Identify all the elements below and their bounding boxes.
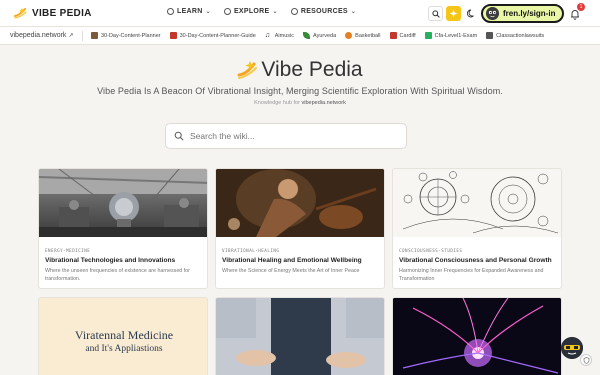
bookmark-item[interactable]: Cfa-Level1-Exam — [424, 32, 478, 39]
card-category: CONSCIOUSNESS-STUDIES — [399, 248, 463, 253]
nav-explore-label: EXPLORE — [233, 8, 270, 15]
shield-icon — [583, 356, 589, 364]
avatar — [486, 7, 499, 20]
dragon-icon — [389, 32, 397, 39]
hub-prefix: Knowledge hub for — [254, 100, 300, 106]
bookmark-item[interactable]: 30-Day-Content-Planner — [91, 32, 161, 39]
chevron-down-icon: ⌄ — [205, 9, 211, 15]
bookmark-label: Classactionlawsuits — [496, 32, 545, 39]
card-title: Vibrational Consciousness and Personal G… — [399, 257, 552, 264]
card-category: VIBRATIONAL-HEALING — [222, 248, 280, 253]
ai-sparkle-button[interactable] — [446, 6, 461, 21]
bookmark-label: Ayurveda — [313, 32, 337, 39]
sign-in-label: fren.ly/sign-in — [503, 9, 556, 18]
bookmark-bar: vibepedia.network ↗ 30-Day-Content-Plann… — [0, 27, 600, 45]
nav-resources[interactable]: RESOURCES ⌄ — [290, 8, 357, 15]
page-title: Vibe Pedia — [0, 58, 600, 82]
sparkle-icon — [237, 61, 258, 79]
bookmark-item[interactable]: Ayurveda — [303, 32, 336, 39]
bookmark-item[interactable]: Cardiff — [389, 32, 416, 39]
theme-toggle-button[interactable] — [464, 6, 479, 21]
music-note-icon: ♫ — [264, 32, 270, 39]
sparkle-icon — [449, 9, 458, 18]
search-button[interactable] — [428, 6, 443, 21]
main-menu: LEARN ⌄ EXPLORE ⌄ RESOURCES ⌄ — [167, 8, 369, 15]
compass-icon — [223, 8, 231, 15]
chevron-down-icon: ⌄ — [350, 9, 357, 15]
external-link-icon: ↗ — [68, 33, 74, 39]
leaf-icon — [303, 32, 311, 39]
sign-in-button[interactable]: fren.ly/sign-in — [481, 4, 564, 23]
assistant-avatar-icon — [561, 337, 583, 359]
bookmark-item[interactable]: Classactionlawsuits — [486, 32, 544, 39]
card-image-title: Viratennal Medicine — [74, 328, 174, 342]
nav-learn[interactable]: LEARN ⌄ — [167, 8, 211, 15]
article-card[interactable]: ENERGY-MEDICINE Vibrational Technologies… — [38, 168, 208, 289]
bookmark-label: Cardiff — [399, 32, 416, 39]
bookmark-label: Basketball — [355, 32, 381, 39]
search-icon — [174, 131, 184, 141]
bookmark-label: 30-Day-Content-Planner-Guide — [179, 32, 256, 39]
card-image — [393, 298, 561, 375]
tagline: Vibe Pedia Is A Beacon Of Vibrational In… — [97, 86, 503, 96]
chevron-down-icon: ⌄ — [272, 9, 278, 15]
chart-icon — [424, 32, 432, 39]
bookmark-list: 30-Day-Content-Planner 30-Day-Content-Pl… — [91, 32, 553, 39]
brand-name: VIBE PEDIA — [32, 7, 92, 19]
compass-icon — [167, 8, 174, 15]
hub-note: Knowledge hub for vibepedia.network — [0, 100, 600, 106]
hub-site[interactable]: vibepedia.network — [302, 100, 346, 106]
page-title-text: Vibe Pedia — [261, 58, 363, 81]
top-navigation-bar: VIBE PEDIA LEARN ⌄ EXPLORE ⌄ RESOURCES ⌄ — [0, 0, 600, 27]
card-title: Vibrational Technologies and Innovations — [45, 257, 176, 264]
card-description: Harmonizing Inner Frequencies for Expand… — [399, 268, 544, 282]
card-image — [39, 169, 207, 237]
card-category: ENERGY-MEDICINE — [45, 248, 91, 253]
bookmark-item[interactable]: 30-Day-Content-Planner-Guide — [169, 32, 256, 39]
brand-logo[interactable]: VIBE PEDIA — [13, 6, 92, 20]
nav-learn-label: LEARN — [177, 8, 203, 15]
sparkle-icon — [14, 8, 27, 19]
site-link-label: vibepedia.network — [10, 32, 67, 39]
card-description: Where the unseen frequencies of existenc… — [45, 268, 190, 282]
bookmark-label: Cfa-Level1-Exam — [434, 32, 478, 39]
card-image-subtitle: and It's Appliastions — [85, 344, 163, 354]
article-card[interactable]: VIBRATIONAL-HEALING Vibrational Healing … — [215, 168, 385, 289]
card-title: Vibrational Healing and Emotional Wellbe… — [222, 257, 362, 264]
basketball-icon — [345, 32, 353, 39]
divider — [82, 31, 83, 41]
search-input[interactable] — [190, 131, 390, 141]
chat-assistant-button[interactable] — [561, 337, 583, 359]
search-icon — [431, 9, 440, 18]
bookmark-item[interactable]: ♫ Aimusic — [265, 32, 294, 39]
compass-icon — [290, 8, 298, 15]
card-image — [216, 298, 384, 375]
document-icon — [486, 32, 494, 39]
moon-icon — [467, 9, 474, 18]
nav-explore[interactable]: EXPLORE ⌄ — [223, 8, 278, 15]
article-card[interactable] — [215, 297, 385, 375]
calendar-icon — [169, 32, 177, 39]
notification-badge: 1 — [577, 3, 585, 11]
privacy-button[interactable] — [580, 354, 592, 366]
search-box[interactable] — [165, 123, 407, 149]
bookmark-item[interactable]: Basketball — [345, 32, 381, 39]
bookmark-favicon-icon — [91, 32, 98, 39]
card-image — [216, 169, 384, 237]
bookmark-label: 30-Day-Content-Planner — [101, 32, 161, 39]
article-card[interactable]: Viratennal Medicine and It's Appliastion… — [38, 297, 208, 375]
article-card[interactable] — [392, 297, 562, 375]
bookmark-label: Aimusic — [274, 32, 295, 39]
card-description: Where the Science of Energy Meets the Ar… — [222, 268, 360, 274]
nav-resources-label: RESOURCES — [300, 8, 348, 15]
site-link[interactable]: vibepedia.network ↗ — [10, 32, 73, 39]
card-image — [393, 169, 561, 237]
article-card[interactable]: CONSCIOUSNESS-STUDIES Vibrational Consci… — [392, 168, 562, 289]
